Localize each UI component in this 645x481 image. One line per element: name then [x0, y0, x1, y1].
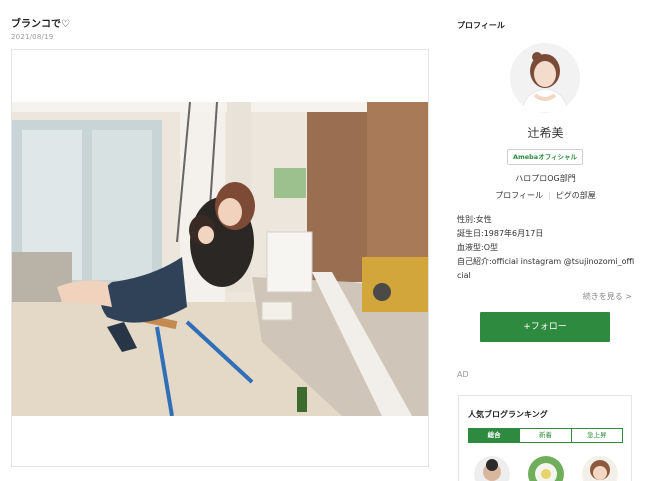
- sidebar: プロフィール 辻希美 Amebaオフィシャル ハロプロOG部門 プロフィール | ピ…: [446, 0, 645, 481]
- profile-avatar[interactable]: [510, 43, 580, 113]
- follow-button[interactable]: +フォロー: [480, 312, 610, 342]
- profile-info: 性別:女性 誕生日:1987年6月17日 血液型:O型 自己紹介:officia…: [457, 213, 637, 283]
- ranking-title: 人気ブログランキング: [468, 410, 548, 419]
- tab-new[interactable]: 新着: [519, 429, 570, 442]
- profile-intro: 自己紹介:official instagram @tsujinozomi_off…: [457, 257, 635, 280]
- ranking-avatar[interactable]: [582, 456, 618, 481]
- post-title: ブランコで♡: [11, 19, 70, 30]
- profile-links: プロフィール | ピグの部屋: [446, 190, 645, 201]
- profile-name[interactable]: 辻希美: [446, 124, 645, 141]
- post-date: 2021/08/19: [11, 33, 54, 41]
- profile-heading: プロフィール: [457, 21, 505, 30]
- profile-birthday: 誕生日:1987年6月17日: [457, 229, 544, 238]
- pigg-room-link[interactable]: ピグの部屋: [556, 191, 596, 200]
- profile-gender: 性別:女性: [457, 215, 492, 224]
- ranking-tabs: 総合 新着 急上昇: [468, 428, 623, 443]
- post-image[interactable]: [12, 102, 428, 416]
- read-more-link[interactable]: 続きを見る >: [446, 291, 632, 302]
- ranking-avatar[interactable]: [528, 456, 564, 481]
- tab-rising[interactable]: 急上昇: [570, 429, 622, 442]
- ranking-panel: 人気ブログランキング 総合 新着 急上昇: [458, 395, 632, 481]
- tab-overall[interactable]: 総合: [469, 429, 520, 442]
- official-badge: Amebaオフィシャル: [507, 149, 583, 165]
- ad-label: AD: [457, 370, 469, 379]
- profile-link[interactable]: プロフィール: [495, 191, 543, 200]
- ranking-avatar[interactable]: [474, 456, 510, 481]
- profile-group[interactable]: ハロプロOG部門: [446, 173, 645, 184]
- profile-blood-type: 血液型:O型: [457, 243, 498, 252]
- link-separator: |: [548, 191, 551, 200]
